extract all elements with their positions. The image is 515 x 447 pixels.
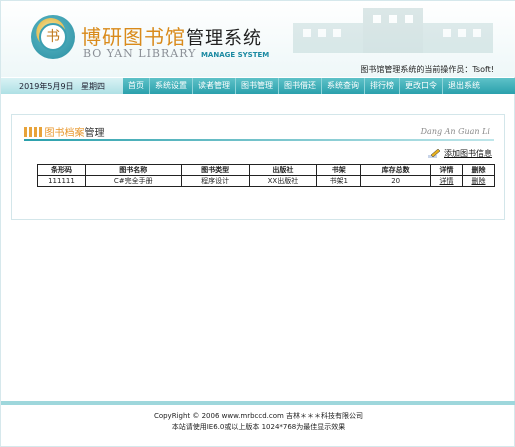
nav-menu: 首页 系统设置 读者管理 图书管理 图书借还 系统查询 排行榜 更改口令 退出系…: [123, 78, 485, 94]
cell-barcode: 111111: [37, 175, 86, 187]
section-title-rest: 管理: [84, 128, 105, 139]
current-operator: 图书馆管理系统的当前操作员：Tsoft!: [360, 65, 494, 74]
footer: CopyRight © 2006 www.mrbccd.com 吉林＊＊＊科技有…: [1, 411, 515, 433]
books-icon: [24, 126, 42, 137]
main-nav: 2019年5月9日 星期四 首页 系统设置 读者管理 图书管理 图书借还 系统查…: [1, 78, 515, 94]
current-weekday: 星期四: [81, 82, 105, 91]
col-book-name: 图书名称: [84, 164, 182, 176]
col-shelf: 书架: [316, 164, 362, 176]
cell-stock-total: 20: [360, 175, 432, 187]
nav-item-borrow-return[interactable]: 图书借还: [279, 78, 322, 94]
pen-icon: [428, 149, 440, 158]
col-publisher: 出版社: [248, 164, 318, 176]
site-title-en-main: BO YAN LIBRARY: [83, 47, 197, 60]
library-logo-icon: 书: [31, 15, 75, 59]
nav-item-book-management[interactable]: 图书管理: [236, 78, 279, 94]
current-date: 2019年5月9日: [19, 82, 74, 91]
section-pinyin: Dang An Guan Li: [420, 127, 490, 136]
site-title-en-sub: MANAGE SYSTEM: [200, 51, 270, 59]
nav-item-home[interactable]: 首页: [123, 78, 150, 94]
table-header-row: 条形码 图书名称 图书类型 出版社 书架 库存总数 详情 删除: [37, 164, 495, 176]
logo-char: 书: [39, 23, 67, 51]
col-delete: 删除: [462, 164, 495, 176]
header: 书 博研图书馆管理系统 BO YAN LIBRARY MANAGE SYSTEM…: [1, 1, 515, 77]
nav-item-ranking[interactable]: 排行榜: [365, 78, 400, 94]
nav-item-system-query[interactable]: 系统查询: [322, 78, 365, 94]
col-book-type: 图书类型: [180, 164, 250, 176]
nav-item-reader-management[interactable]: 读者管理: [193, 78, 236, 94]
footer-copyright: CopyRight © 2006 www.mrbccd.com 吉林＊＊＊科技有…: [153, 412, 364, 420]
footer-divider: [1, 401, 515, 405]
section-title-highlight: 图书档案: [44, 128, 85, 139]
delete-link[interactable]: 删除: [462, 175, 495, 187]
add-book-link[interactable]: 添加图书信息: [428, 148, 492, 159]
nav-item-system-settings[interactable]: 系统设置: [150, 78, 193, 94]
section-divider: [24, 139, 494, 141]
site-title-english: BO YAN LIBRARY MANAGE SYSTEM: [83, 47, 269, 60]
nav-item-logout[interactable]: 退出系统: [443, 78, 485, 94]
book-archive-panel: 图书档案管理 Dang An Guan Li 添加图书信息 条形码 图书名称 图…: [11, 114, 505, 220]
footer-browser-note: 本站请使用IE6.0或以上版本 1024*768为最佳显示效果: [171, 423, 346, 431]
table-row: 111111 C#完全手册 程序设计 XX出版社 书架1 20 详情 删除: [37, 175, 495, 187]
library-building-illustration: [293, 8, 493, 53]
cell-publisher: XX出版社: [248, 175, 318, 187]
site-title-styled: 博研图书馆: [81, 25, 186, 49]
add-book-label: 添加图书信息: [444, 149, 492, 158]
site-title-plain: 管理系统: [186, 28, 262, 49]
cell-shelf: 书架1: [316, 175, 362, 187]
cell-book-type: 程序设计: [180, 175, 250, 187]
cell-book-name: C#完全手册: [84, 175, 182, 187]
col-stock-total: 库存总数: [360, 164, 432, 176]
details-link[interactable]: 详情: [430, 175, 464, 187]
col-details: 详情: [430, 164, 464, 176]
nav-item-change-password[interactable]: 更改口令: [400, 78, 443, 94]
col-barcode: 条形码: [37, 164, 86, 176]
page: 书 博研图书馆管理系统 BO YAN LIBRARY MANAGE SYSTEM…: [0, 0, 515, 447]
book-table: 条形码 图书名称 图书类型 出版社 书架 库存总数 详情 删除 111111 C…: [37, 164, 495, 187]
date-box: 2019年5月9日 星期四: [1, 78, 123, 94]
section-title: 图书档案管理: [24, 124, 105, 139]
site-title: 博研图书馆管理系统: [81, 21, 262, 50]
